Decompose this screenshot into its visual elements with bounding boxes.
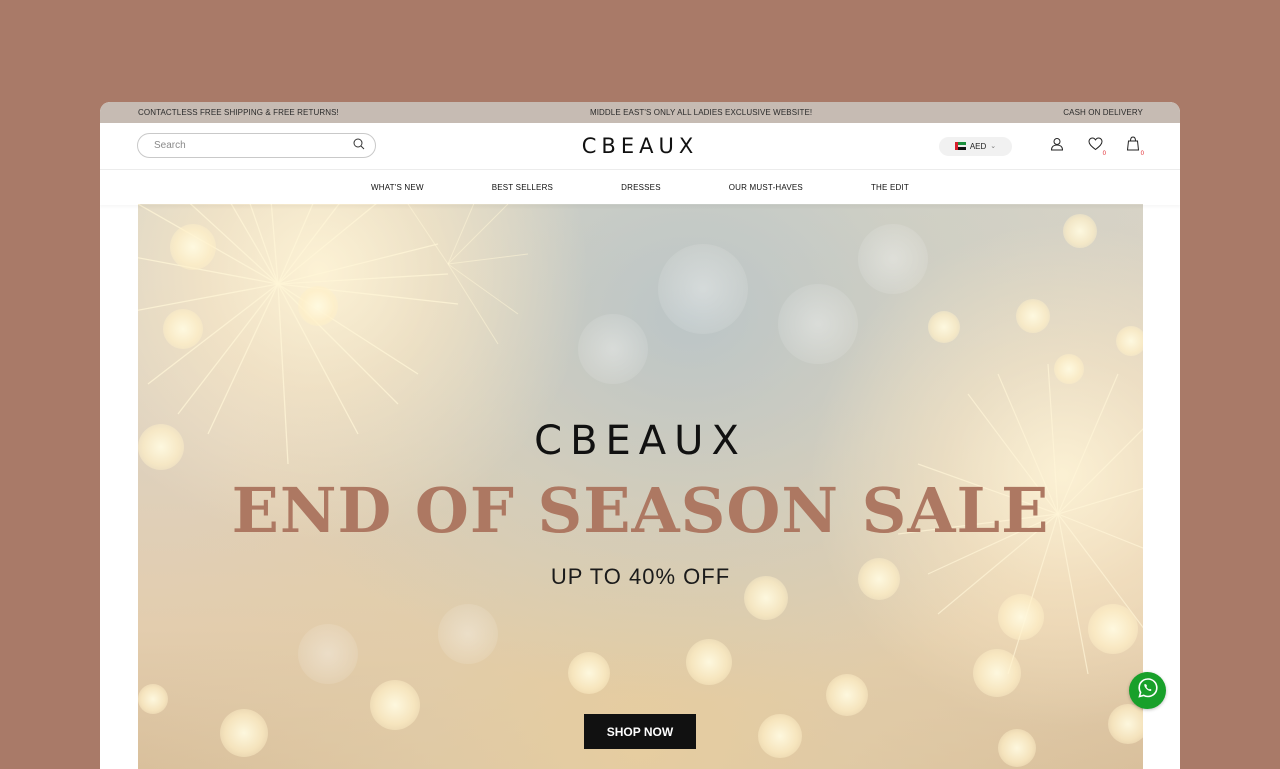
bokeh-light [998, 594, 1044, 640]
hero-brand-logo: CBEAUX [534, 418, 747, 464]
hero-subtitle: UP TO 40% OFF [550, 564, 731, 589]
nav-item-the-edit[interactable]: THE EDIT [871, 183, 909, 192]
bokeh-light [1088, 604, 1138, 654]
bokeh-light [370, 680, 420, 730]
heart-icon [1087, 136, 1103, 156]
bokeh-light [170, 224, 216, 270]
nav-item-must-haves[interactable]: OUR MUST-HAVES [729, 183, 803, 192]
hero-title: END OF SEASON SALE [231, 474, 1050, 547]
nav-item-dresses[interactable]: DRESSES [621, 183, 661, 192]
bokeh-light [658, 244, 748, 334]
browser-window: CONTACTLESS FREE SHIPPING & FREE RETURNS… [100, 102, 1180, 769]
bokeh-light [298, 286, 338, 326]
nav-item-best-sellers[interactable]: BEST SELLERS [492, 183, 553, 192]
announcement-bar: CONTACTLESS FREE SHIPPING & FREE RETURNS… [100, 102, 1180, 123]
account-button[interactable] [1046, 135, 1068, 157]
bokeh-light [1116, 326, 1143, 356]
bokeh-light [1054, 354, 1084, 384]
bokeh-light [568, 652, 610, 694]
bokeh-light [778, 284, 858, 364]
bokeh-light [138, 684, 168, 714]
bokeh-light [578, 314, 648, 384]
bag-icon [1126, 136, 1140, 156]
announcement-cod: CASH ON DELIVERY [1063, 108, 1143, 117]
bokeh-light [163, 309, 203, 349]
currency-selector[interactable]: AED ⌄ [939, 136, 1012, 156]
whatsapp-icon [1137, 677, 1159, 704]
bokeh-light [686, 639, 732, 685]
header-tools: AED ⌄ 0 0 [939, 135, 1144, 157]
wishlist-button[interactable]: 0 [1084, 135, 1106, 157]
user-icon [1050, 137, 1064, 156]
bokeh-light [1063, 214, 1097, 248]
chevron-down-icon: ⌄ [990, 143, 997, 150]
announcement-shipping: CONTACTLESS FREE SHIPPING & FREE RETURNS… [138, 108, 339, 117]
bokeh-light [298, 624, 358, 684]
bokeh-light [826, 674, 868, 716]
whatsapp-chat-button[interactable] [1129, 672, 1166, 709]
announcement-exclusive: MIDDLE EAST'S ONLY ALL LADIES EXCLUSIVE … [589, 108, 813, 117]
wishlist-count-badge: 0 [1102, 151, 1106, 157]
currency-label: AED [969, 141, 987, 151]
bokeh-light [998, 729, 1036, 767]
main-nav: WHAT'S NEW BEST SELLERS DRESSES OUR MUST… [100, 170, 1180, 205]
bokeh-light [858, 224, 928, 294]
nav-item-whats-new[interactable]: WHAT'S NEW [371, 183, 424, 192]
bokeh-light [1016, 299, 1050, 333]
bokeh-light [973, 649, 1021, 697]
bokeh-light [220, 709, 268, 757]
site-header: CBEAUX AED ⌄ 0 [100, 123, 1180, 170]
bokeh-light [928, 311, 960, 343]
bokeh-light [758, 714, 802, 758]
cart-button[interactable]: 0 [1122, 135, 1144, 157]
cart-count-badge: 0 [1140, 151, 1144, 157]
bokeh-light [438, 604, 498, 664]
hero-banner[interactable]: CBEAUX END OF SEASON SALE UP TO 40% OFF … [138, 204, 1143, 769]
shop-now-button[interactable]: SHOP NOW [584, 714, 696, 749]
bokeh-light [1108, 704, 1143, 744]
uae-flag-icon [954, 142, 966, 150]
